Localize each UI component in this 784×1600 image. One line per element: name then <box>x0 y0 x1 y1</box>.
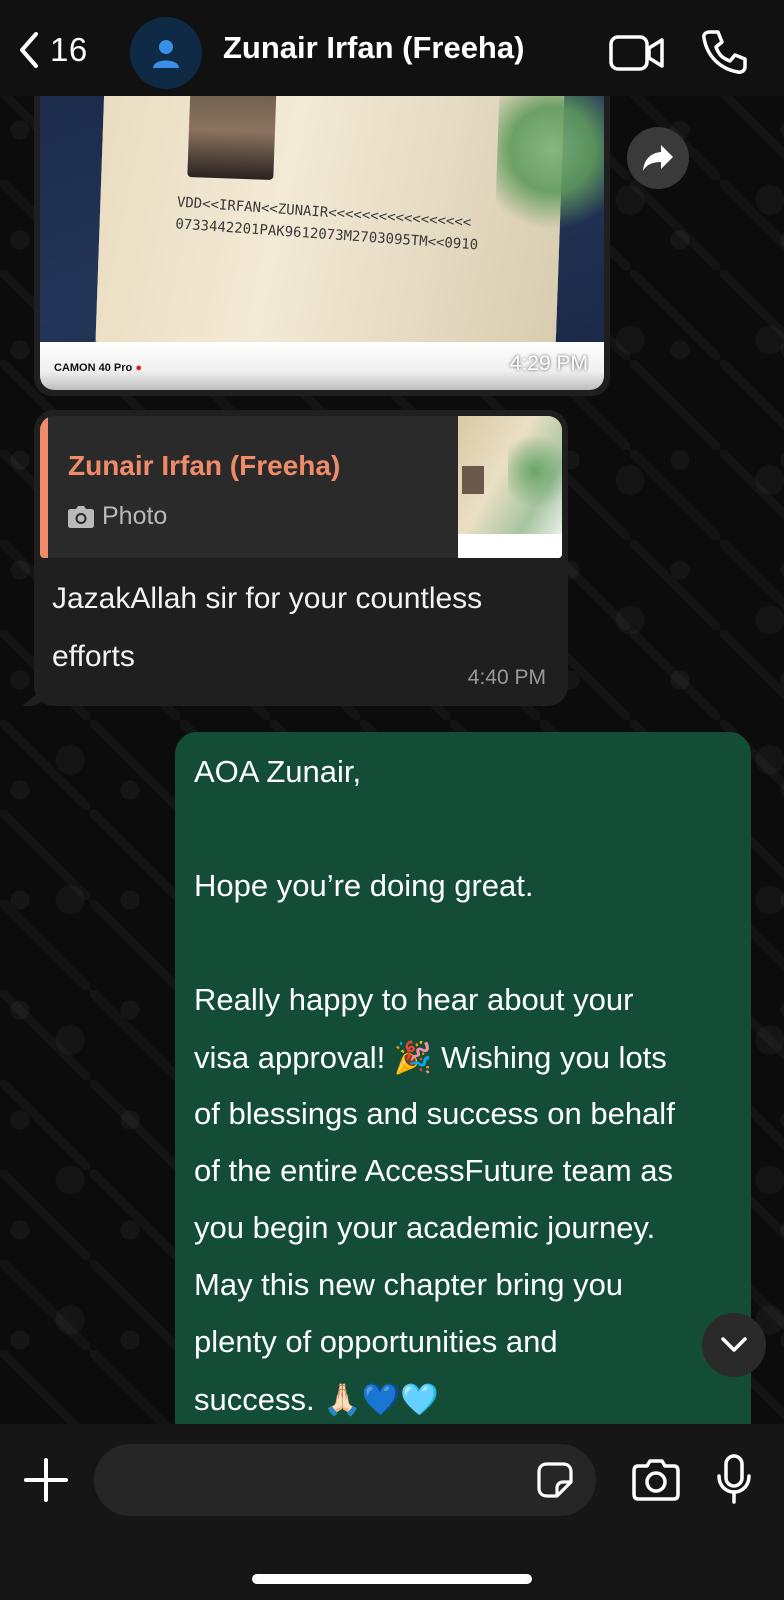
message-input[interactable] <box>94 1444 596 1516</box>
forward-icon <box>643 145 673 171</box>
message-line: May this new chapter bring you <box>194 1267 624 1302</box>
camera-watermark: CAMON 40 Pro ● <box>54 362 142 374</box>
message-line: of blessings and success on behalf <box>194 1096 675 1131</box>
passport-mrz: VDD<<IRFAN<<ZUNAIR<<<<<<<<<<<<<<<<< 0733… <box>175 191 481 256</box>
image-message-bubble[interactable]: VDD<<IRFAN<<ZUNAIR<<<<<<<<<<<<<<<<< 0733… <box>34 92 610 396</box>
chevron-down-icon <box>721 1337 747 1352</box>
message-line: visa approval! 🎉 Wishing you lots <box>194 1040 667 1075</box>
contact-avatar[interactable] <box>130 17 202 89</box>
message-line: AOA Zunair, <box>194 754 362 789</box>
user-avatar-icon <box>153 40 179 68</box>
quoted-photo-thumbnail <box>458 416 562 558</box>
message-time: 4:29 PM <box>509 352 588 375</box>
message-line: of the entire AccessFuture team as <box>194 1153 674 1188</box>
quoted-sender-name: Zunair Irfan (Freeha) <box>68 450 341 481</box>
message-line: you begin your academic journey. <box>194 1210 656 1245</box>
message-line: Really happy to hear about your <box>194 982 634 1017</box>
microphone-icon[interactable] <box>716 1454 752 1504</box>
phone-icon[interactable] <box>700 28 748 76</box>
passport-portrait <box>187 92 277 180</box>
contact-name[interactable]: Zunair Irfan (Freeha) <box>223 30 524 66</box>
message-line: success. 🙏🏻💙🩵 <box>194 1382 440 1417</box>
camera-icon <box>68 505 94 528</box>
outgoing-message-bubble[interactable]: AOA Zunair, Hope you’re doing great. Rea… <box>175 732 751 1432</box>
message-line: plenty of opportunities and <box>194 1324 558 1359</box>
video-camera-icon[interactable] <box>609 33 665 73</box>
camera-label-text: CAMON 40 Pro <box>54 362 133 374</box>
thumbnail-stamp <box>508 426 562 516</box>
message-line: Hope you’re doing great. <box>194 868 534 903</box>
sticker-icon[interactable] <box>535 1460 575 1500</box>
forward-button[interactable] <box>627 127 689 189</box>
camera-dot: ● <box>135 362 142 374</box>
home-indicator[interactable] <box>252 1574 532 1584</box>
passport-photo[interactable]: VDD<<IRFAN<<ZUNAIR<<<<<<<<<<<<<<<<< 0733… <box>40 92 604 390</box>
chat-header: 16 Zunair Irfan (Freeha) <box>0 0 784 96</box>
reply-message-bubble[interactable]: Zunair Irfan (Freeha) Photo JazakAllah s… <box>22 410 568 706</box>
visa-stamp <box>494 92 604 242</box>
plus-icon[interactable] <box>24 1458 68 1502</box>
quoted-kind: Photo <box>68 502 167 531</box>
passport-page: VDD<<IRFAN<<ZUNAIR<<<<<<<<<<<<<<<<< 0733… <box>95 92 604 360</box>
thumbnail-footer <box>458 534 562 558</box>
message-time: 4:40 PM <box>467 666 546 689</box>
quoted-kind-label: Photo <box>102 502 168 530</box>
thumbnail-portrait <box>462 466 484 494</box>
unread-count: 16 <box>50 31 88 68</box>
back-button[interactable]: 16 <box>14 28 104 72</box>
camera-icon[interactable] <box>632 1458 680 1502</box>
chevron-left-icon <box>20 32 38 68</box>
quoted-message[interactable]: Zunair Irfan (Freeha) Photo <box>40 416 562 558</box>
scroll-to-bottom-button[interactable] <box>702 1313 766 1377</box>
quote-accent-bar <box>40 416 48 558</box>
